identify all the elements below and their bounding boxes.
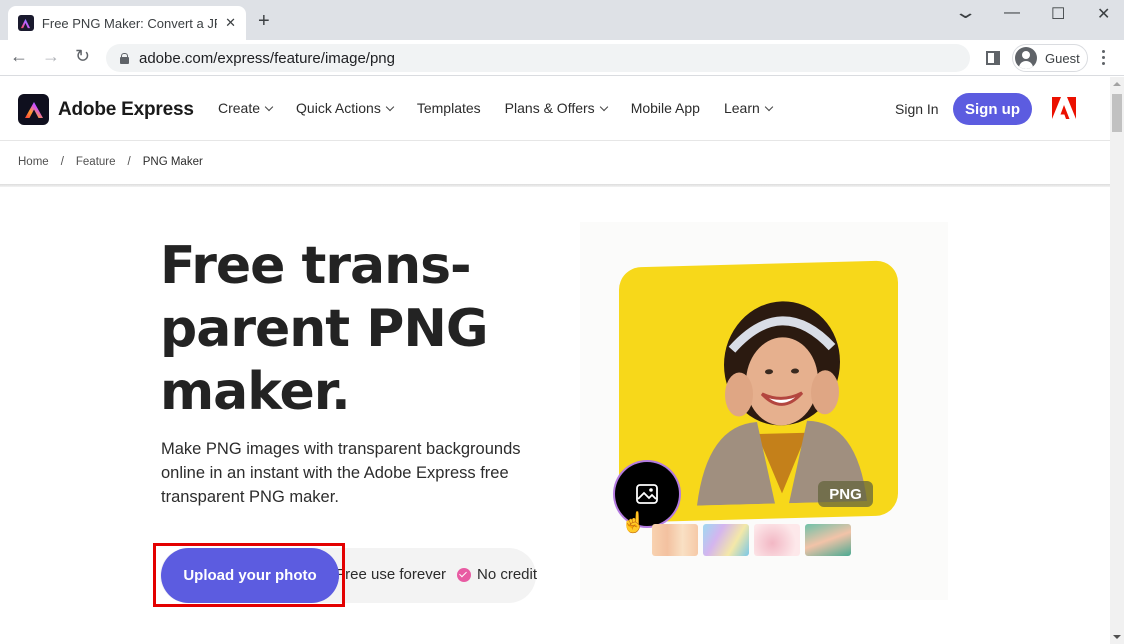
scrollbar-thumb[interactable] (1112, 94, 1122, 132)
nav-label: Templates (416, 100, 481, 116)
breadcrumb-current: PNG Maker (142, 156, 203, 168)
adobe-logo-icon[interactable] (1052, 97, 1076, 124)
minimize-button[interactable]: — (1004, 4, 1020, 22)
nav-label: Learn (723, 100, 760, 116)
chevron-down-icon (599, 102, 608, 111)
nav-item-quick-actions[interactable]: Quick Actions (296, 100, 395, 116)
png-badge: PNG (818, 481, 873, 507)
nav-label: Mobile App (630, 100, 700, 116)
chevron-down-icon (264, 102, 274, 111)
side-panel-icon[interactable] (986, 51, 1000, 65)
nav-item-create[interactable]: Create (218, 100, 274, 116)
nav-item-plans-offers[interactable]: Plans & Offers (504, 100, 608, 116)
close-window-button[interactable]: ✕ (1097, 4, 1110, 24)
nav-label: Create (218, 100, 261, 116)
chevron-down-icon (764, 102, 774, 111)
profile-button[interactable]: Guest (1012, 44, 1088, 72)
url-text: adobe.com/express/feature/image/png (139, 49, 395, 67)
profile-label: Guest (1045, 50, 1080, 66)
brand-name: Adobe Express (58, 98, 194, 120)
tab-title: Free PNG Maker: Convert a JPG (41, 15, 218, 31)
scroll-down-arrow-icon[interactable] (1113, 635, 1121, 639)
main-nav: Create Quick Actions Templates Plans & O… (218, 100, 774, 116)
bullet-free-use: Free use forever (336, 566, 447, 583)
swatch-pink (754, 524, 800, 556)
adobe-express-favicon-icon (18, 15, 34, 31)
bullet-text: No credit card required (477, 566, 537, 583)
reload-button[interactable]: ↻ (75, 46, 90, 67)
forward-button[interactable]: → (42, 46, 60, 67)
check-circle-icon (457, 567, 471, 582)
back-button[interactable]: ← (10, 46, 28, 67)
adobe-express-logo-icon (18, 94, 49, 125)
maximize-button[interactable]: ☐ (1051, 4, 1065, 24)
breadcrumb: Home / Feature / PNG Maker (18, 156, 203, 168)
hero-title-line: parent PNG (160, 299, 489, 359)
hero-subtitle: Make PNG images with transparent backgro… (161, 440, 521, 506)
browser-toolbar: ← → ↻ adobe.com/express/feature/image/pn… (0, 40, 1124, 76)
breadcrumb-divider (0, 184, 1110, 187)
browser-tab[interactable]: Free PNG Maker: Convert a JPG ✕ (8, 6, 246, 40)
browser-menu-icon[interactable] (1102, 50, 1106, 65)
breadcrumb-separator: / (60, 156, 64, 168)
tab-close-icon[interactable]: ✕ (225, 15, 236, 31)
sign-in-link[interactable]: Sign In (895, 101, 939, 117)
scroll-up-arrow-icon[interactable] (1113, 82, 1121, 86)
nav-item-templates[interactable]: Templates (417, 100, 481, 116)
tab-search-icon[interactable]: ⌄ (953, 2, 977, 23)
address-bar[interactable]: adobe.com/express/feature/image/png (106, 44, 970, 72)
sign-up-button[interactable]: Sign up (953, 93, 1032, 125)
bullet-no-credit: No credit card required (457, 566, 537, 583)
breadcrumb-feature[interactable]: Feature (76, 156, 116, 168)
hand-cursor-icon: ☝ (621, 512, 646, 534)
chevron-down-icon (385, 102, 395, 111)
page-scrollbar[interactable] (1110, 77, 1124, 644)
swatch-peach (652, 524, 698, 556)
lock-icon (120, 52, 129, 64)
web-page: Adobe Express Create Quick Actions Templ… (0, 77, 1110, 644)
breadcrumb-home[interactable]: Home (18, 156, 49, 168)
upload-photo-button[interactable]: Upload your photo (161, 548, 339, 603)
global-nav: Adobe Express Create Quick Actions Templ… (0, 77, 1110, 141)
swatch-holographic (703, 524, 749, 556)
swatch-camo (805, 524, 851, 556)
nav-label: Quick Actions (296, 100, 381, 116)
browser-tabstrip: Free PNG Maker: Convert a JPG ✕ + ⌄ — ☐ … (0, 0, 1124, 40)
nav-item-learn[interactable]: Learn (723, 100, 774, 116)
brand-link[interactable]: Adobe Express (18, 94, 194, 125)
background-swatches (652, 524, 851, 556)
hero-title-line: maker. (160, 362, 351, 422)
breadcrumb-separator: / (127, 156, 131, 168)
hero-illustration: PNG ☝ (580, 222, 948, 600)
new-tab-button[interactable]: + (258, 10, 270, 33)
person-photo (697, 301, 867, 506)
hero-title-line: Free trans- (160, 236, 472, 296)
nav-label: Plans & Offers (504, 100, 595, 116)
hero-title: Free trans- parent PNG maker. (160, 235, 489, 424)
nav-item-mobile-app[interactable]: Mobile App (631, 100, 700, 116)
profile-avatar-icon (1015, 47, 1037, 69)
